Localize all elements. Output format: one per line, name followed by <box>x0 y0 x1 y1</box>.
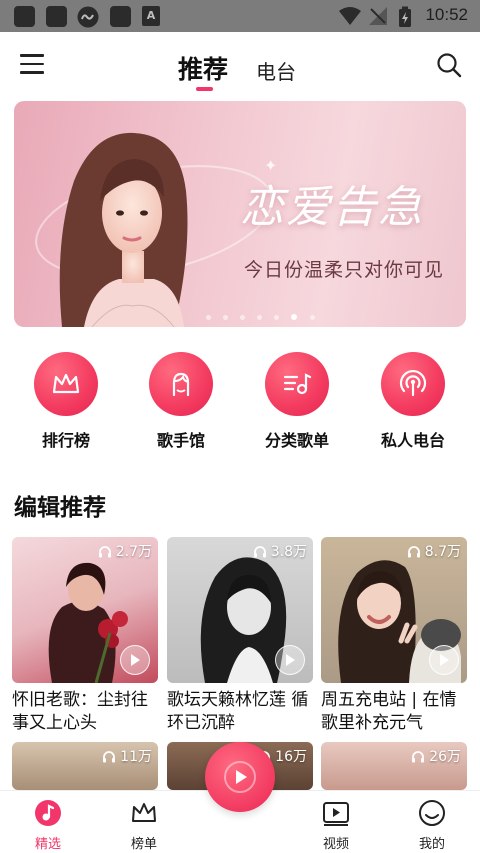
banner-title: 恋爱告急 <box>240 182 424 233</box>
quick-nav: 排行榜 歌手馆 分类歌单 私人电台 <box>0 352 480 452</box>
headphones-icon <box>253 545 266 557</box>
notification-icon <box>14 6 35 27</box>
tab-recommend[interactable]: 推荐 <box>178 50 228 86</box>
section-title: 编辑推荐 <box>14 495 106 521</box>
promo-banner[interactable]: ✦ 恋爱告急 今日份温柔只对你可见 <box>14 101 466 327</box>
play-count: 3.8万 <box>253 541 307 561</box>
wifi-icon <box>339 7 361 25</box>
playlist-cover: 2.7万 <box>12 537 158 683</box>
banner-subtitle: 今日份温柔只对你可见 <box>244 259 445 281</box>
play-button[interactable] <box>120 645 150 675</box>
search-icon[interactable] <box>436 52 462 78</box>
playlist-card[interactable]: 8.7万 周五充电站 | 在情歌里补充元气 <box>321 537 467 735</box>
headphones-icon <box>98 545 111 557</box>
play-count: 11万 <box>102 746 152 766</box>
clock: 10:52 <box>425 5 468 24</box>
playlist-title: 怀旧老歌：尘封往事又上心头 <box>12 690 148 733</box>
status-bar: A 10:52 <box>0 0 480 32</box>
singer-icon <box>149 352 213 416</box>
playlist-card[interactable]: 2.7万 怀旧老歌：尘封往事又上心头 <box>12 537 158 735</box>
play-count: 2.7万 <box>98 541 152 561</box>
nav-label: 视频 <box>322 837 349 852</box>
active-tab-indicator <box>196 87 213 91</box>
headphones-icon <box>407 545 420 557</box>
quick-nav-radio[interactable]: 私人电台 <box>363 352 463 451</box>
quick-nav-playlists[interactable]: 分类歌单 <box>247 352 347 451</box>
now-playing-button[interactable] <box>205 742 275 812</box>
play-button[interactable] <box>275 645 305 675</box>
playlist-card[interactable]: 3.8万 歌坛天籁林忆莲 循环已沉醉 <box>167 537 313 735</box>
headphones-icon <box>103 750 116 762</box>
smile-icon <box>419 800 445 826</box>
music-note-icon <box>35 800 61 826</box>
play-icon <box>224 761 256 793</box>
quick-nav-singers[interactable]: 歌手馆 <box>131 352 231 451</box>
playlist-cover: 8.7万 <box>321 537 467 683</box>
link-icon <box>77 6 99 28</box>
nav-label: 榜单 <box>130 837 157 852</box>
nav-featured[interactable]: 精选 <box>18 799 78 852</box>
playlist-cover: 3.8万 <box>167 537 313 683</box>
playlist-card[interactable]: 26万 <box>321 742 467 790</box>
radio-icon <box>381 352 445 416</box>
crown-icon <box>34 352 98 416</box>
top-header: 推荐 电台 <box>0 32 480 96</box>
carousel-dot[interactable] <box>206 315 211 320</box>
tab-radio[interactable]: 电台 <box>256 56 296 85</box>
carousel-dots[interactable] <box>206 305 322 320</box>
play-count: 26万 <box>411 746 461 766</box>
nav-mine[interactable]: 我的 <box>402 799 462 852</box>
play-icon <box>286 654 295 666</box>
app-badge-icon: A <box>142 6 160 26</box>
video-icon <box>323 802 349 826</box>
quick-nav-label: 分类歌单 <box>264 431 329 450</box>
play-icon <box>440 654 449 666</box>
play-button[interactable] <box>429 645 459 675</box>
nav-charts[interactable]: 榜单 <box>114 799 174 852</box>
menu-icon[interactable] <box>20 54 44 76</box>
playlist-title: 周五充电站 | 在情歌里补充元气 <box>321 690 457 733</box>
headphones-icon <box>412 750 425 762</box>
quick-nav-label: 歌手馆 <box>156 431 205 450</box>
nav-label: 我的 <box>418 837 445 852</box>
playlist-icon <box>265 352 329 416</box>
notification-icon <box>110 6 131 27</box>
quick-nav-rankings[interactable]: 排行榜 <box>16 352 116 451</box>
playlist-title: 歌坛天籁林忆莲 循环已沉醉 <box>167 690 309 733</box>
quick-nav-label: 排行榜 <box>41 431 90 450</box>
crown-icon <box>132 803 156 822</box>
nav-label: 精选 <box>34 837 61 852</box>
play-icon <box>131 654 140 666</box>
playlist-card[interactable]: 11万 <box>12 742 158 790</box>
playlist-cover: 11万 <box>12 742 158 790</box>
signal-icon <box>369 7 387 25</box>
quick-nav-label: 私人电台 <box>380 431 445 450</box>
carousel-dot[interactable] <box>309 315 315 320</box>
playlist-cover: 26万 <box>321 742 467 790</box>
nav-video[interactable]: 视频 <box>306 799 366 852</box>
notification-icon <box>46 6 67 27</box>
battery-icon <box>399 6 411 27</box>
play-count: 8.7万 <box>407 541 461 561</box>
